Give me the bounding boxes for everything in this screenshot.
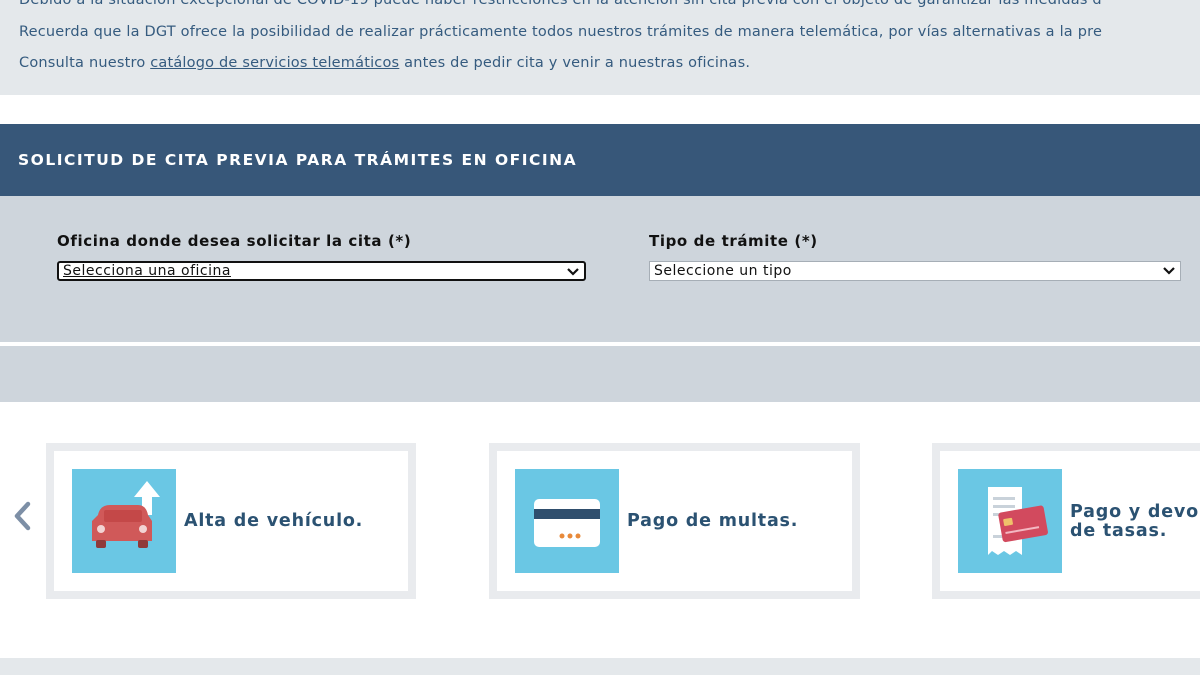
car-upload-icon: [72, 469, 176, 573]
procedure-type-label: Tipo de trámite (*): [649, 232, 818, 250]
notice-text-after-link: antes de pedir cita y venir a nuestras o…: [399, 55, 751, 71]
notice-line-2: Recuerda que la DGT ofrece la posibilida…: [19, 24, 1103, 40]
appointment-form: Oficina donde desea solicitar la cita (*…: [0, 196, 1200, 342]
receipt-card-icon: [958, 469, 1062, 573]
office-label: Oficina donde desea solicitar la cita (*…: [57, 232, 412, 250]
notice-text-before-link: Consulta nuestro: [19, 55, 151, 71]
chevron-down-icon: [1163, 267, 1175, 275]
credit-card-icon: [515, 469, 619, 573]
service-card-vehicle-registration[interactable]: Alta de vehículo.: [46, 443, 416, 599]
telematic-services-catalog-link[interactable]: catálogo de servicios telemáticos: [150, 55, 399, 71]
appointment-form-header: SOLICITUD DE CITA PREVIA PARA TRÁMITES E…: [0, 124, 1200, 196]
chevron-left-icon[interactable]: [10, 500, 34, 532]
service-card-fees-payment[interactable]: Pago y devo de tasas.: [932, 443, 1200, 599]
chevron-down-icon: [567, 268, 579, 276]
form-footer-strip: [0, 346, 1200, 402]
page-title: SOLICITUD DE CITA PREVIA PARA TRÁMITES E…: [18, 151, 578, 169]
office-select-value: Selecciona una oficina: [63, 263, 231, 279]
covid-notice: Debido a la situación excepcional de COV…: [0, 0, 1200, 95]
service-card-title-line-2: de tasas.: [1070, 521, 1168, 541]
service-card-fines-payment[interactable]: Pago de multas.: [489, 443, 860, 599]
procedure-type-select-value: Seleccione un tipo: [654, 263, 792, 279]
bottom-section-edge: [0, 658, 1200, 675]
notice-line-3: Consulta nuestro catálogo de servicios t…: [19, 55, 750, 71]
service-card-title-line-1: Pago y devo: [1070, 502, 1199, 522]
service-card-title: Pago de multas.: [627, 511, 799, 531]
service-card-title: Pago y devo de tasas.: [1070, 503, 1200, 541]
office-select[interactable]: Selecciona una oficina: [57, 261, 586, 281]
procedure-type-select[interactable]: Seleccione un tipo: [649, 261, 1181, 281]
notice-line-1: Debido a la situación excepcional de COV…: [19, 0, 1102, 8]
service-card-title: Alta de vehículo.: [184, 511, 364, 531]
